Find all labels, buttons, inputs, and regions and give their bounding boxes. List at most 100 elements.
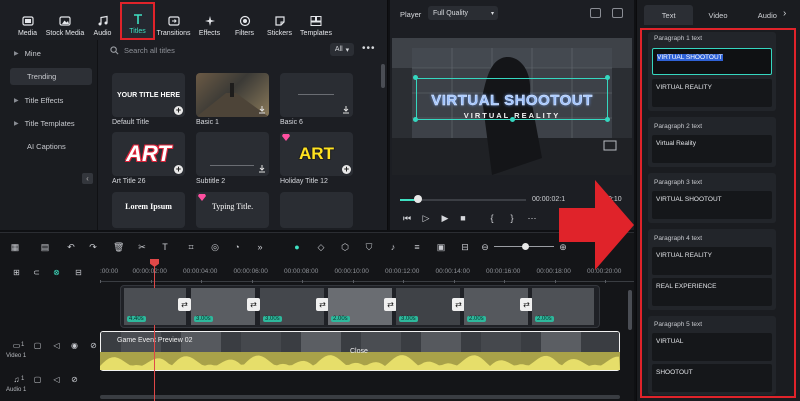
text-tool-icon[interactable]: T [160,242,170,252]
title-thumb-basic-1[interactable] [196,73,269,117]
transition-icon[interactable]: ⇄ [178,298,191,311]
mark-in-icon[interactable]: { [487,213,497,223]
resize-handle[interactable] [413,75,418,80]
toolbar-templates[interactable]: Templates [297,2,335,40]
eye-icon[interactable]: ◉ [70,341,79,350]
split-icon[interactable]: ⋯ [527,213,537,223]
fullscreen-icon[interactable] [612,8,623,18]
speaker-icon[interactable]: ◁ [52,375,61,384]
add-icon[interactable]: + [174,165,183,174]
tab-video[interactable]: Video [693,5,742,25]
search-placeholder: Search all titles [124,45,175,55]
download-icon[interactable] [258,106,266,114]
download-icon[interactable] [342,106,350,114]
transition-icon[interactable]: ⇄ [247,298,260,311]
collapse-sidebar-button[interactable]: ‹ [82,173,93,184]
sidebar-item-mine[interactable]: ▶ Mine [10,45,92,62]
magnet-icon[interactable]: ⊗ [52,268,61,277]
toolbar-titles[interactable]: Titles [120,2,155,40]
sidebar-item-ai-captions[interactable]: AI Captions [10,138,92,155]
media-scrollbar[interactable] [381,64,385,88]
close-label[interactable]: Close [350,348,368,355]
layout-grid-icon[interactable]: ▦ [10,242,20,252]
clip-icon[interactable]: ⊟ [460,242,470,252]
chevron-right-icon[interactable]: › [783,8,786,19]
thumb-label: Basic 6 [280,119,303,126]
snapshot-icon[interactable] [590,8,601,18]
more-options-icon[interactable]: ••• [362,43,376,54]
title-clip[interactable]: 4.40s [124,288,186,325]
title-thumb-holiday-12[interactable]: ART + [280,132,353,176]
play-icon[interactable]: ▷ [421,213,431,223]
zoom-out-icon[interactable]: ⊖ [480,242,490,252]
auto-ripple-icon[interactable]: ● [292,242,302,252]
microphone-icon[interactable]: ♪ [388,242,398,252]
resize-handle[interactable] [605,75,610,80]
title-thumb-lorem[interactable]: Lorem Ipsum [112,192,185,228]
shield-icon[interactable]: ⛉ [364,242,374,252]
filter-dropdown[interactable]: All ▾ [330,43,354,56]
add-track-icon[interactable]: ⊞ [12,268,21,277]
titles-icon [133,14,142,24]
title-thumb-subtitle-2[interactable] [196,132,269,176]
playhead[interactable] [154,262,155,401]
title-thumb-default[interactable]: YOUR TITLE HERE + [112,73,185,117]
stop-icon[interactable]: ■ [458,213,468,223]
toolbar-stock-media[interactable]: Stock Media [45,2,85,40]
folder-icon[interactable]: ▢ [33,375,42,384]
highlight-frame [640,28,796,398]
more-tools-icon[interactable]: » [255,242,265,252]
quality-dropdown[interactable]: Full Quality ▾ [428,6,498,20]
delete-icon[interactable]: 🗑 [113,242,124,252]
timeline-vertical-scrollbar[interactable] [628,290,632,330]
title-thumb-blank[interactable] [280,192,353,228]
color-icon[interactable]: ◎ [210,242,220,252]
track-options-icon[interactable]: ▤ [40,242,50,252]
previous-frame-icon[interactable]: ⏮ [402,213,412,223]
render-icon[interactable]: ⬡ [340,242,350,252]
title-thumb-art-26[interactable]: ART + [112,132,185,176]
snapshot-tool-icon[interactable]: ▣ [436,242,446,252]
voiceover-icon[interactable]: ≡ [412,242,422,252]
lock-icon[interactable]: ⊘ [89,341,98,350]
download-icon[interactable] [258,165,266,173]
title-thumb-typing[interactable]: Typing Title. [196,192,269,228]
play-range-icon[interactable]: ▶ [440,213,450,223]
video-preview[interactable]: VIRTUAL SHOOTOUT VIRTUAL REALITY [392,38,632,175]
title-clip[interactable]: 3.00s [260,288,324,325]
speed-icon[interactable]: ◔ [232,242,242,252]
toolbar-stickers[interactable]: Stickers [262,2,297,40]
link-icon[interactable]: ⊂ [32,268,41,277]
zoom-slider-knob[interactable] [522,243,529,250]
search-input[interactable]: Search all titles [106,43,326,57]
lock-icon[interactable]: ⊘ [70,375,79,384]
folder-icon[interactable]: ▢ [33,341,42,350]
title-clip[interactable]: 2.00s [464,288,528,325]
tab-text[interactable]: Text [644,5,694,25]
mark-out-icon[interactable]: } [507,213,517,223]
title-clip[interactable]: 2.00s [532,288,594,325]
timeline-horizontal-scrollbar[interactable] [100,395,620,399]
title-thumb-basic-6[interactable] [280,73,353,117]
add-icon[interactable]: + [174,106,183,115]
speaker-icon[interactable]: ◁ [52,341,61,350]
track-visibility-icon[interactable]: ⊟ [74,268,83,277]
sidebar-item-title-templates[interactable]: ▶ Title Templates [10,115,92,132]
toolbar-filters[interactable]: Filters [227,2,262,40]
crop-icon[interactable]: ⌗ [186,242,196,252]
toolbar-media[interactable]: Media [10,2,45,40]
add-icon[interactable]: + [342,165,351,174]
title-clip[interactable]: 3.00s [396,288,460,325]
title-clip[interactable]: 3.00s [191,288,255,325]
redo-icon[interactable]: ↷ [88,242,98,252]
sidebar-item-title-effects[interactable]: ▶ Title Effects [10,92,92,109]
marker-icon[interactable]: ◇ [316,242,326,252]
split-scissors-icon[interactable]: ✂ [137,242,147,252]
playback-progress-knob[interactable] [413,195,422,203]
sidebar-item-trending[interactable]: Trending [10,68,92,85]
title-clip[interactable]: 2.00s [328,288,392,325]
toolbar-audio[interactable]: Audio [85,2,120,40]
toolbar-effects[interactable]: Effects [192,2,227,40]
undo-icon[interactable]: ↶ [66,242,76,252]
toolbar-transitions[interactable]: Transitions [155,2,192,40]
